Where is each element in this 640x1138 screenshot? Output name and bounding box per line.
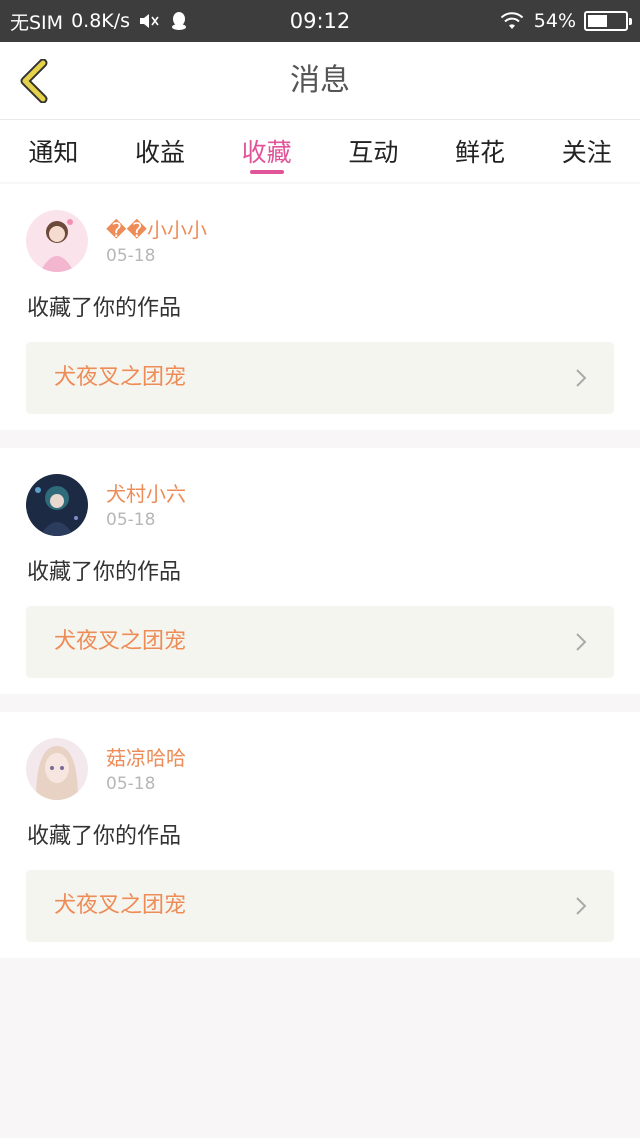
tab-notifications[interactable]: 通知: [0, 120, 107, 182]
work-link[interactable]: 犬夜叉之团宠: [26, 870, 614, 942]
wifi-icon: [500, 12, 523, 29]
battery-percent: 54%: [533, 10, 576, 32]
username[interactable]: 犬村小六: [106, 478, 186, 507]
avatar[interactable]: [26, 474, 88, 536]
avatar-image: [26, 474, 88, 536]
message-date: 05-18: [106, 246, 156, 266]
tab-bar: 通知 收益 收藏 互动 鲜花 关注: [0, 120, 640, 182]
work-link[interactable]: 犬夜叉之团宠: [26, 342, 614, 414]
message-date: 05-18: [106, 774, 156, 794]
message-card: 菇凉哈哈 05-18 收藏了你的作品 犬夜叉之团宠: [0, 712, 640, 958]
tab-flowers[interactable]: 鲜花: [427, 120, 534, 182]
tab-follows[interactable]: 关注: [533, 120, 640, 182]
work-title: 犬夜叉之团宠: [54, 629, 187, 654]
message-text: 收藏了你的作品: [27, 560, 182, 585]
battery-icon: [584, 11, 632, 31]
chevron-right-icon: [576, 369, 587, 387]
avatar[interactable]: [26, 210, 88, 272]
avatar[interactable]: [26, 738, 88, 800]
app-header: 消息: [0, 42, 640, 120]
work-title: 犬夜叉之团宠: [54, 365, 187, 390]
battery-level: [588, 15, 608, 27]
message-text: 收藏了你的作品: [27, 824, 182, 849]
work-link[interactable]: 犬夜叉之团宠: [26, 606, 614, 678]
tab-interactions[interactable]: 互动: [320, 120, 427, 182]
avatar-image: [26, 738, 88, 800]
status-bar: 无SIM 0.8K/s 09:12 54%: [0, 0, 640, 42]
message-card: 犬村小六 05-18 收藏了你的作品 犬夜叉之团宠: [0, 448, 640, 694]
message-text: 收藏了你的作品: [27, 296, 182, 321]
work-title: 犬夜叉之团宠: [54, 893, 187, 918]
status-right: 54%: [500, 0, 632, 42]
avatar-image: [26, 210, 88, 272]
username[interactable]: ��小小小: [106, 214, 207, 243]
tab-earnings[interactable]: 收益: [107, 120, 214, 182]
username[interactable]: 菇凉哈哈: [106, 742, 186, 771]
message-card: ��小小小 05-18 收藏了你的作品 犬夜叉之团宠: [0, 184, 640, 430]
chevron-right-icon: [576, 897, 587, 915]
message-date: 05-18: [106, 510, 156, 530]
tab-favorites[interactable]: 收藏: [213, 120, 320, 182]
page-title: 消息: [290, 63, 350, 98]
chevron-right-icon: [576, 633, 587, 651]
